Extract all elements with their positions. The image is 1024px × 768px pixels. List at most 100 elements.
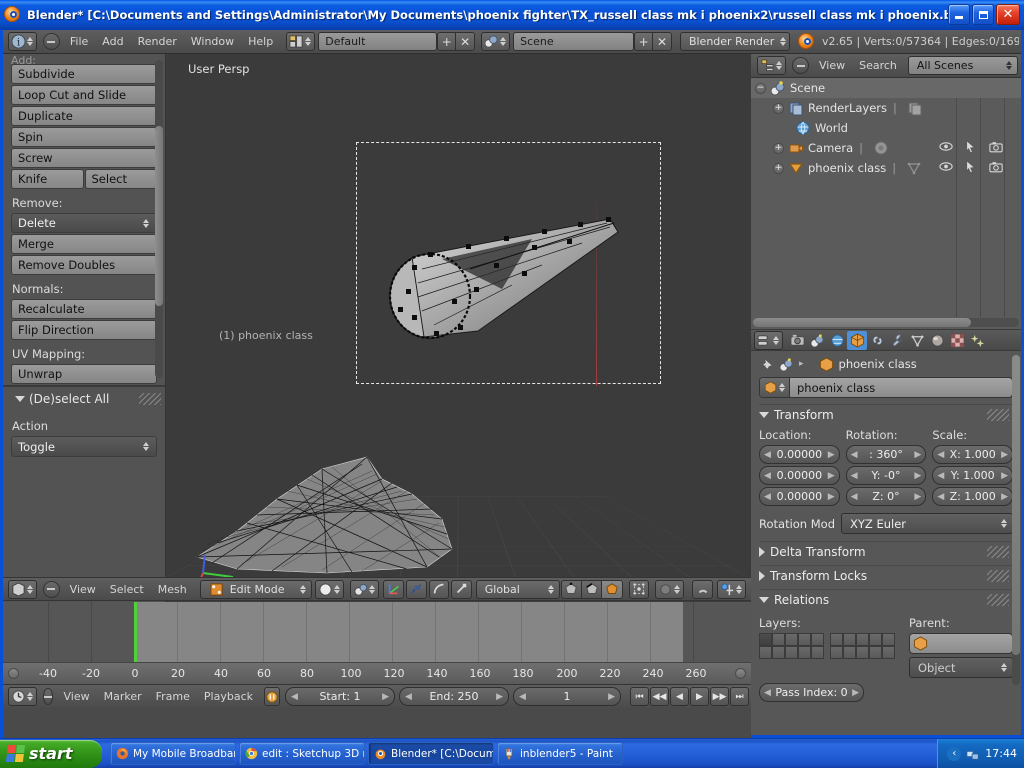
restrict-view-phoenix-class[interactable] [937,161,955,175]
timeline-scroll-right-knob[interactable] [735,668,746,679]
flip-direction-button[interactable]: Flip Direction [11,320,157,340]
spin-button[interactable]: Spin [11,127,157,147]
knife-select-button[interactable]: Select [85,169,158,189]
scene-icon[interactable] [779,357,794,372]
layer-cell[interactable] [798,633,811,646]
outliner-row-phoenix-class[interactable]: + phoenix class | [751,158,1021,178]
rotation-z-field[interactable]: ◀Z: 0°▶ [846,487,927,506]
outliner-collapse-button[interactable] [792,57,809,74]
properties-tab-render[interactable] [787,331,807,350]
layer-toggles[interactable] [759,633,895,659]
snap-magnet-button[interactable] [692,580,713,599]
rotation-y-field[interactable]: ◀Y: -0°▶ [846,466,927,485]
viewport-menu-select[interactable]: Select [103,581,151,598]
expand-toggle-renderlayers[interactable]: + [773,103,784,114]
next-keyframe-button[interactable]: ▶▶ [710,687,729,706]
layer-cell[interactable] [772,633,785,646]
maximize-button[interactable] [972,4,994,25]
limit-selection-button[interactable] [629,580,650,599]
action-dropdown[interactable]: Toggle [11,436,157,457]
unwrap-button[interactable]: Unwrap [11,364,157,384]
timeline-playhead[interactable] [134,602,137,662]
prev-keyframe-button[interactable]: ◀◀ [650,687,669,706]
rotation-x-field[interactable]: ◀: 360°▶ [846,445,927,464]
scale-y-field[interactable]: ◀Y: 1.000▶ [932,466,1013,485]
snap-target-selector[interactable] [717,580,746,599]
location-x-field[interactable]: ◀0.00000▶ [759,445,840,464]
viewport-menu-mesh[interactable]: Mesh [151,581,194,598]
properties-tab-world[interactable] [827,331,847,350]
manipulator-toggle-button[interactable] [406,580,427,599]
layer-cell[interactable] [798,646,811,659]
layer-cell[interactable] [843,646,856,659]
transform-panel-header[interactable]: Transform [759,404,1013,425]
layer-cell[interactable] [856,646,869,659]
screen-delete-button[interactable]: ✕ [456,32,475,51]
scale-z-field[interactable]: ◀Z: 1.000▶ [932,487,1013,506]
object-name-field[interactable]: phoenix class [759,377,1013,398]
timeline-editor[interactable]: -40 -20 0 20 40 60 80 100 120 140 160 18… [3,602,751,740]
parent-object-field[interactable] [909,633,1013,654]
restrict-render-phoenix-class[interactable] [987,161,1005,176]
scale-manipulator-button[interactable] [451,580,472,599]
end-frame-field[interactable]: ◀End: 250▶ [399,687,509,706]
current-frame-field[interactable]: ◀1▶ [513,687,621,706]
network-icon[interactable] [966,747,980,761]
timeline-ruler[interactable]: -40 -20 0 20 40 60 80 100 120 140 160 18… [3,662,751,684]
start-button[interactable]: start [0,740,102,768]
properties-tab-data[interactable] [907,331,927,350]
pin-icon[interactable] [759,357,774,372]
transform-orientation-dropdown[interactable]: Global [476,580,560,599]
outliner-tree[interactable]: − Scene + [751,78,1021,317]
toolshelf-scrollbar[interactable] [155,60,163,378]
outliner-menu-view[interactable]: View [812,57,852,74]
timeline-editor-type-selector[interactable] [8,687,37,706]
outliner-horizontal-scrollbar[interactable] [753,318,1019,327]
properties-tab-particles[interactable] [967,331,987,350]
topbar-editor-type-selector[interactable]: i [8,32,37,51]
menu-window[interactable]: Window [184,33,241,50]
layer-cell[interactable] [830,633,843,646]
object-datablock-selector[interactable] [760,378,790,397]
close-button[interactable]: ✕ [996,4,1020,25]
screen-add-button[interactable]: + [437,32,456,51]
pass-index-field[interactable]: ◀Pass Index: 0▶ [759,683,864,702]
expand-toggle-phoenix-class[interactable]: + [773,163,784,174]
viewport-editor-type-selector[interactable] [8,580,37,599]
render-engine-dropdown[interactable]: Blender Render [680,32,790,51]
layer-cell[interactable] [882,633,895,646]
start-frame-field[interactable]: ◀Start: 1▶ [285,687,395,706]
location-y-field[interactable]: ◀0.00000▶ [759,466,840,485]
properties-tab-material[interactable] [927,331,947,350]
play-button[interactable]: ▶ [690,687,709,706]
layer-cell[interactable] [856,633,869,646]
jump-to-end-button[interactable]: ⏭ [730,687,749,706]
tray-expand-chevron[interactable]: ‹ [947,747,961,761]
rotate-manipulator-button[interactable] [429,580,450,599]
viewport-shading-selector[interactable] [315,580,344,599]
expand-toggle-scene[interactable]: − [755,83,766,94]
taskbar-item-firefox[interactable]: My Mobile Broadband... [110,742,236,765]
play-reverse-button[interactable]: ◀ [670,687,689,706]
layer-cell[interactable] [882,646,895,659]
layer-cell[interactable] [843,633,856,646]
subdivide-button[interactable]: Subdivide [11,64,157,84]
layer-grid-left[interactable] [759,633,824,659]
timeline-menu-marker[interactable]: Marker [97,688,149,705]
menu-render[interactable]: Render [131,33,184,50]
layer-cell[interactable] [811,633,824,646]
vertex-select-button[interactable] [561,580,582,599]
outliner-menu-search[interactable]: Search [852,57,904,74]
properties-tab-constraints[interactable] [867,331,887,350]
minimize-button[interactable] [948,4,970,25]
delete-menu-button[interactable]: Delete [11,213,157,233]
interaction-mode-dropdown[interactable]: Edit Mode [200,580,313,599]
restrict-select-camera[interactable] [961,140,979,156]
rotation-mode-dropdown[interactable]: XYZ Euler [841,513,1013,534]
clock[interactable]: 17:44 [985,747,1017,760]
scene-add-button[interactable]: + [634,32,653,51]
delta-transform-panel-header[interactable]: Delta Transform [759,541,1013,562]
properties-tab-modifiers[interactable] [887,331,907,350]
scene-delete-button[interactable]: ✕ [653,32,672,51]
3d-viewport[interactable]: User Persp [167,54,751,577]
